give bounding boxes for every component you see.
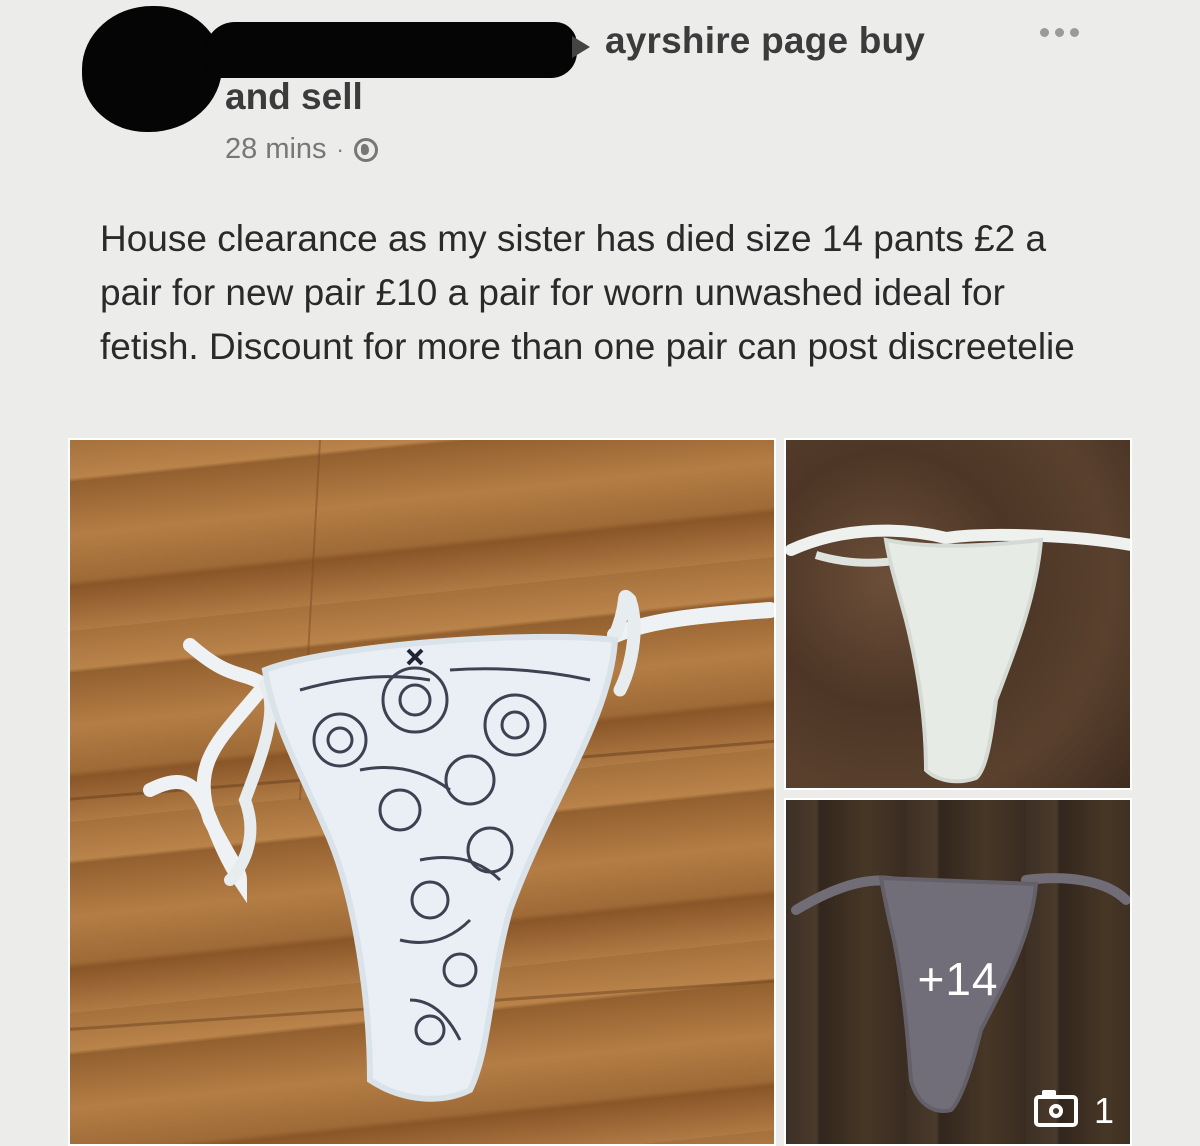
camera-icon xyxy=(1033,1090,1078,1127)
photo-count-value: 1 xyxy=(1093,1090,1114,1131)
redacted-avatar xyxy=(82,6,222,132)
globe-icon[interactable] xyxy=(353,137,378,162)
secondary-photo[interactable] xyxy=(784,438,1132,790)
more-photos-tile[interactable]: +14 1 xyxy=(784,798,1132,1146)
post-timestamp[interactable]: 28 mins xyxy=(225,133,327,166)
redacted-author-name xyxy=(205,22,577,78)
shared-to-arrow-icon xyxy=(572,36,590,58)
meta-separator: · xyxy=(336,136,344,162)
photo-count-badge: 1 xyxy=(1033,1090,1114,1132)
main-photo[interactable] xyxy=(68,438,776,1146)
post-text: House clearance as my sister has died si… xyxy=(100,218,1075,367)
group-name-continued[interactable]: and sell xyxy=(225,76,363,118)
more-options-icon[interactable] xyxy=(1040,28,1079,37)
group-name[interactable]: ayrshire page buy xyxy=(605,20,925,62)
post-meta: 28 mins · xyxy=(225,133,378,166)
more-photos-count[interactable]: +14 xyxy=(786,952,1130,1006)
